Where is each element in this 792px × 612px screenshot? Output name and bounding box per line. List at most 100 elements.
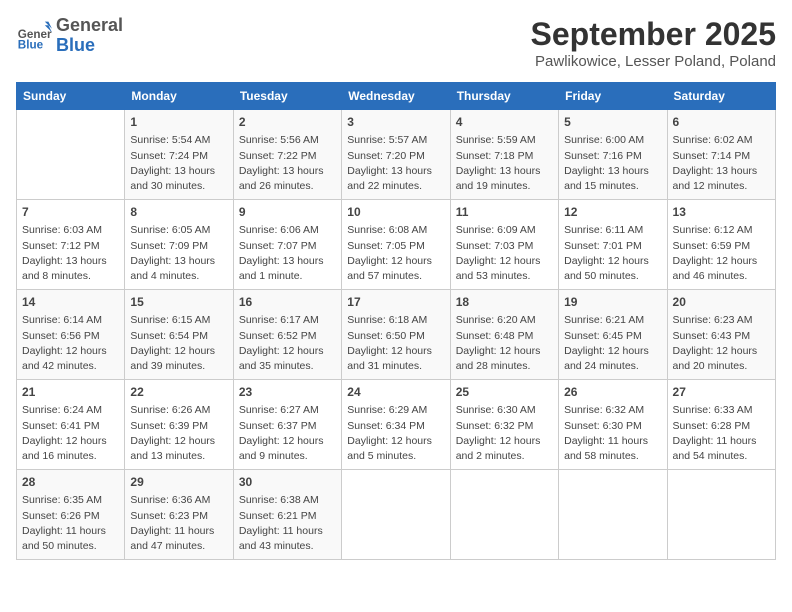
calendar-cell: 17 Sunrise: 6:18 AM Sunset: 6:50 PM Dayli… [342,290,450,380]
day-info: Sunrise: 5:54 AM Sunset: 7:24 PM Dayligh… [130,133,227,194]
day-info: Sunrise: 6:27 AM Sunset: 6:37 PM Dayligh… [239,403,336,464]
calendar-cell [17,110,125,200]
day-number: 22 [130,384,227,401]
day-info: Sunrise: 6:15 AM Sunset: 6:54 PM Dayligh… [130,313,227,374]
logo-icon: General Blue [16,18,52,54]
day-number: 4 [456,114,553,131]
day-info: Sunrise: 6:17 AM Sunset: 6:52 PM Dayligh… [239,313,336,374]
day-info: Sunrise: 6:06 AM Sunset: 7:07 PM Dayligh… [239,223,336,284]
calendar-cell: 13 Sunrise: 6:12 AM Sunset: 6:59 PM Dayli… [667,200,775,290]
page-header: General Blue General Blue September 2025… [16,16,776,70]
day-number: 5 [564,114,661,131]
calendar-table: SundayMondayTuesdayWednesdayThursdayFrid… [16,82,776,560]
calendar-cell: 1 Sunrise: 5:54 AM Sunset: 7:24 PM Daylig… [125,110,233,200]
day-number: 14 [22,294,119,311]
day-info: Sunrise: 5:56 AM Sunset: 7:22 PM Dayligh… [239,133,336,194]
day-info: Sunrise: 6:05 AM Sunset: 7:09 PM Dayligh… [130,223,227,284]
day-number: 24 [347,384,444,401]
calendar-cell [450,470,558,560]
calendar-cell: 12 Sunrise: 6:11 AM Sunset: 7:01 PM Dayli… [559,200,667,290]
day-number: 17 [347,294,444,311]
calendar-cell: 5 Sunrise: 6:00 AM Sunset: 7:16 PM Daylig… [559,110,667,200]
day-info: Sunrise: 6:09 AM Sunset: 7:03 PM Dayligh… [456,223,553,284]
day-number: 16 [239,294,336,311]
calendar-cell: 16 Sunrise: 6:17 AM Sunset: 6:52 PM Dayli… [233,290,341,380]
day-info: Sunrise: 6:30 AM Sunset: 6:32 PM Dayligh… [456,403,553,464]
day-info: Sunrise: 6:36 AM Sunset: 6:23 PM Dayligh… [130,493,227,554]
calendar-cell: 28Sunrise: 6:35 AM Sunset: 6:26 PM Dayli… [17,470,125,560]
calendar-week-row: 28Sunrise: 6:35 AM Sunset: 6:26 PM Dayli… [17,470,776,560]
calendar-cell: 30 Sunrise: 6:38 AM Sunset: 6:21 PM Dayli… [233,470,341,560]
calendar-cell: 9 Sunrise: 6:06 AM Sunset: 7:07 PM Daylig… [233,200,341,290]
day-info: Sunrise: 6:35 AM Sunset: 6:26 PM Dayligh… [22,493,119,554]
day-number: 15 [130,294,227,311]
calendar-week-row: 1 Sunrise: 5:54 AM Sunset: 7:24 PM Daylig… [17,110,776,200]
day-number: 7 [22,204,119,221]
svg-text:Blue: Blue [18,38,44,51]
weekday-header-thursday: Thursday [450,83,558,110]
calendar-cell [559,470,667,560]
day-number: 3 [347,114,444,131]
day-number: 23 [239,384,336,401]
day-number: 12 [564,204,661,221]
day-number: 13 [673,204,770,221]
day-number: 30 [239,474,336,491]
day-number: 25 [456,384,553,401]
logo-general: General [56,16,123,36]
calendar-cell: 8Sunrise: 6:05 AM Sunset: 7:09 PM Daylig… [125,200,233,290]
day-info: Sunrise: 6:12 AM Sunset: 6:59 PM Dayligh… [673,223,770,284]
day-number: 1 [130,114,227,131]
calendar-cell: 20Sunrise: 6:23 AM Sunset: 6:43 PM Dayli… [667,290,775,380]
day-info: Sunrise: 6:14 AM Sunset: 6:56 PM Dayligh… [22,313,119,374]
day-info: Sunrise: 6:11 AM Sunset: 7:01 PM Dayligh… [564,223,661,284]
calendar-cell: 23 Sunrise: 6:27 AM Sunset: 6:37 PM Dayli… [233,380,341,470]
day-info: Sunrise: 6:38 AM Sunset: 6:21 PM Dayligh… [239,493,336,554]
day-info: Sunrise: 5:59 AM Sunset: 7:18 PM Dayligh… [456,133,553,194]
calendar-cell: 18 Sunrise: 6:20 AM Sunset: 6:48 PM Dayli… [450,290,558,380]
calendar-week-row: 7 Sunrise: 6:03 AM Sunset: 7:12 PM Daylig… [17,200,776,290]
day-info: Sunrise: 6:23 AM Sunset: 6:43 PM Dayligh… [673,313,770,374]
calendar-cell: 6 Sunrise: 6:02 AM Sunset: 7:14 PM Daylig… [667,110,775,200]
day-number: 2 [239,114,336,131]
day-info: Sunrise: 6:33 AM Sunset: 6:28 PM Dayligh… [673,403,770,464]
weekday-header-friday: Friday [559,83,667,110]
day-number: 18 [456,294,553,311]
calendar-cell: 26Sunrise: 6:32 AM Sunset: 6:30 PM Dayli… [559,380,667,470]
day-info: Sunrise: 6:20 AM Sunset: 6:48 PM Dayligh… [456,313,553,374]
month-title: September 2025 [531,16,776,53]
calendar-cell: 19Sunrise: 6:21 AM Sunset: 6:45 PM Dayli… [559,290,667,380]
location-title: Pawlikowice, Lesser Poland, Poland [531,53,776,70]
day-number: 9 [239,204,336,221]
logo-text: General Blue [56,16,123,56]
weekday-header-monday: Monday [125,83,233,110]
calendar-cell [342,470,450,560]
day-info: Sunrise: 6:29 AM Sunset: 6:34 PM Dayligh… [347,403,444,464]
title-block: September 2025 Pawlikowice, Lesser Polan… [531,16,776,70]
day-info: Sunrise: 6:02 AM Sunset: 7:14 PM Dayligh… [673,133,770,194]
calendar-cell: 21 Sunrise: 6:24 AM Sunset: 6:41 PM Dayli… [17,380,125,470]
calendar-cell: 22Sunrise: 6:26 AM Sunset: 6:39 PM Dayli… [125,380,233,470]
day-info: Sunrise: 6:03 AM Sunset: 7:12 PM Dayligh… [22,223,119,284]
day-number: 26 [564,384,661,401]
day-info: Sunrise: 6:00 AM Sunset: 7:16 PM Dayligh… [564,133,661,194]
calendar-week-row: 14 Sunrise: 6:14 AM Sunset: 6:56 PM Dayli… [17,290,776,380]
day-info: Sunrise: 6:24 AM Sunset: 6:41 PM Dayligh… [22,403,119,464]
day-number: 10 [347,204,444,221]
calendar-cell [667,470,775,560]
calendar-cell: 25 Sunrise: 6:30 AM Sunset: 6:32 PM Dayli… [450,380,558,470]
calendar-cell: 2 Sunrise: 5:56 AM Sunset: 7:22 PM Daylig… [233,110,341,200]
day-number: 29 [130,474,227,491]
day-info: Sunrise: 5:57 AM Sunset: 7:20 PM Dayligh… [347,133,444,194]
weekday-header-wednesday: Wednesday [342,83,450,110]
calendar-week-row: 21 Sunrise: 6:24 AM Sunset: 6:41 PM Dayli… [17,380,776,470]
day-info: Sunrise: 6:18 AM Sunset: 6:50 PM Dayligh… [347,313,444,374]
calendar-cell: 3 Sunrise: 5:57 AM Sunset: 7:20 PM Daylig… [342,110,450,200]
day-number: 21 [22,384,119,401]
day-number: 19 [564,294,661,311]
day-number: 6 [673,114,770,131]
logo: General Blue General Blue [16,16,123,56]
day-number: 27 [673,384,770,401]
calendar-cell: 7 Sunrise: 6:03 AM Sunset: 7:12 PM Daylig… [17,200,125,290]
calendar-cell: 27 Sunrise: 6:33 AM Sunset: 6:28 PM Dayli… [667,380,775,470]
weekday-header-tuesday: Tuesday [233,83,341,110]
